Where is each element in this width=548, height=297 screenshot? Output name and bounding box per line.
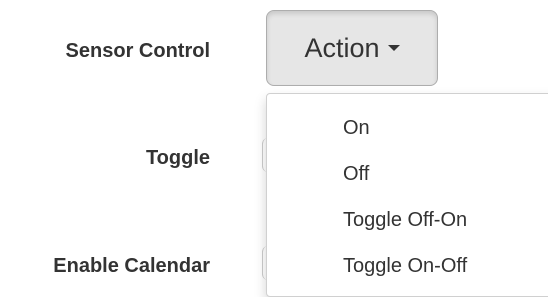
action-dropdown-button[interactable]: Action [266,10,438,86]
menu-item-on[interactable]: On [307,108,548,154]
action-button-label: Action [304,32,380,63]
sensor-settings-form: Sensor Control Toggle Enable Calendar Ac… [0,0,548,297]
menu-item-toggle-off-on[interactable]: Toggle Off-On [307,200,548,246]
enable-calendar-label: Enable Calendar [53,255,210,277]
menu-item-off[interactable]: Off [307,154,548,200]
sensor-control-label: Sensor Control [65,40,210,62]
caret-down-icon [387,45,400,51]
toggle-label: Toggle [145,147,210,169]
action-dropdown-menu: On Off Toggle Off-On Toggle On-Off [266,93,548,297]
menu-item-toggle-on-off[interactable]: Toggle On-Off [307,246,548,292]
